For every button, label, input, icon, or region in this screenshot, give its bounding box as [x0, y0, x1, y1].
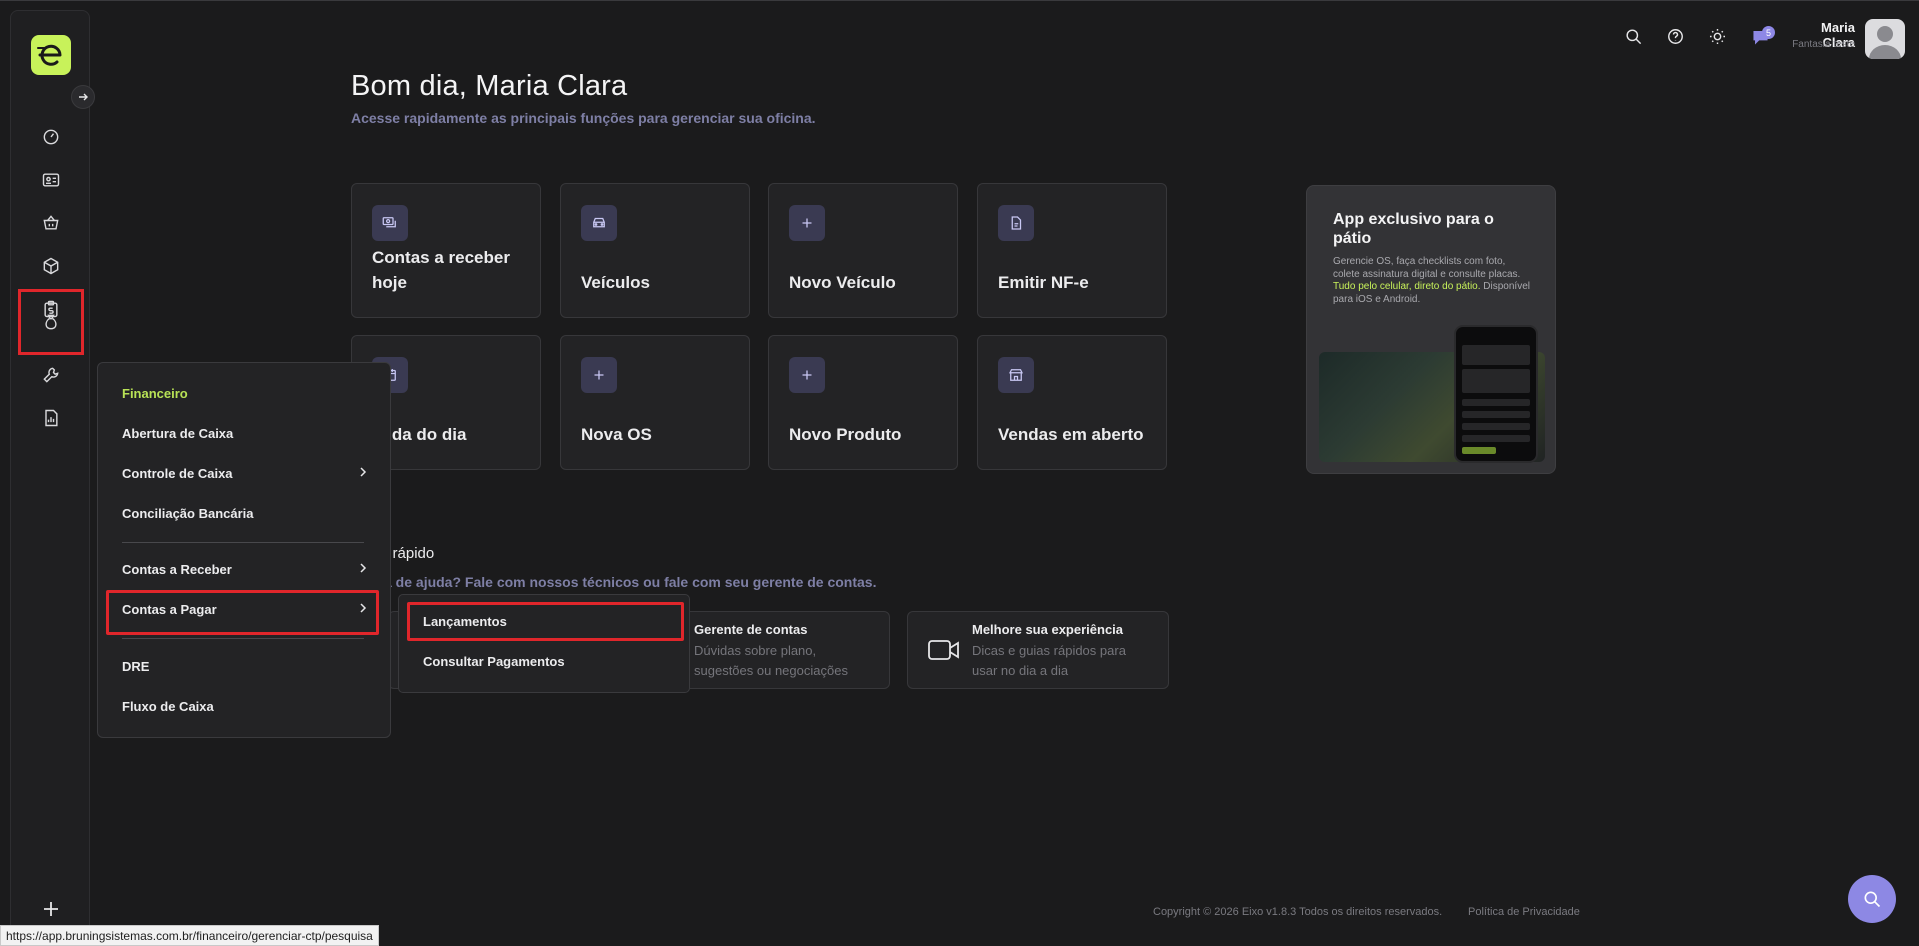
footer-copyright: Copyright © 2026 Eixo v1.8.3 Todos os di… — [1153, 906, 1443, 918]
help-button[interactable] — [1661, 22, 1689, 50]
search-button[interactable] — [1619, 22, 1647, 50]
sidebar-item-sales[interactable] — [29, 201, 73, 245]
card-label: Novo Produto — [789, 425, 902, 444]
car-icon — [581, 205, 617, 241]
menu-item-dre[interactable]: DRE — [122, 659, 149, 674]
sidebar-item-dashboard[interactable] — [29, 115, 73, 159]
phone-mockup — [1454, 325, 1538, 463]
arrow-right-icon — [79, 93, 88, 101]
notification-badge: 5 — [1762, 26, 1775, 39]
chevron-right-icon — [360, 563, 367, 573]
help-card-account-manager[interactable]: Gerente de contas Dúvidas sobre plano, s… — [670, 611, 890, 689]
gauge-icon — [43, 129, 59, 145]
menu-header: Financeiro — [122, 386, 188, 401]
menu-item-controle-caixa[interactable]: Controle de Caixa — [122, 466, 233, 481]
shortcut-card-vendas-aberto[interactable]: Vendas em aberto — [977, 335, 1167, 470]
plus-icon — [789, 357, 825, 393]
help-circle-icon — [1667, 28, 1683, 44]
user-avatar-icon — [1869, 26, 1901, 59]
menu-divider — [122, 638, 364, 639]
quick-help-subtitle: a de ajuda? Fale com nossos técnicos ou … — [384, 574, 877, 590]
card-label: Vendas em aberto — [998, 425, 1144, 444]
wrench-icon — [43, 367, 59, 383]
card-label: Novo Veículo — [789, 273, 896, 292]
money-bag-icon — [45, 314, 57, 330]
card-label: Contas a receber hoje — [372, 248, 510, 292]
menu-item-contas-receber[interactable]: Contas a Receber — [122, 562, 232, 577]
sidebar-item-clients[interactable] — [29, 158, 73, 202]
search-fab-button[interactable] — [1848, 875, 1896, 923]
status-bar-url: https://app.bruningsistemas.com.br/finan… — [0, 925, 379, 946]
help-card-experience[interactable]: Melhore sua experiência Dicas e guias rá… — [907, 611, 1169, 689]
sidebar-item-tools[interactable] — [29, 353, 73, 397]
top-border — [0, 0, 1919, 1]
help-card-title: Gerente de contas — [694, 622, 808, 637]
plus-icon — [44, 902, 58, 916]
help-card-title: Melhore sua experiência — [972, 622, 1124, 637]
promo-title: App exclusivo para o pátio — [1333, 211, 1494, 247]
report-chart-icon — [45, 409, 58, 427]
box-icon — [43, 257, 59, 275]
footer-privacy-link[interactable]: Política de Privacidade — [1468, 906, 1580, 918]
search-icon — [1625, 28, 1641, 44]
sidebar-item-reports[interactable] — [29, 396, 73, 440]
video-camera-icon — [928, 640, 959, 660]
highlight-lancamentos — [407, 602, 684, 641]
app-logo[interactable] — [31, 35, 71, 75]
menu-divider — [122, 542, 364, 543]
money-stack-icon — [372, 205, 408, 241]
plus-icon — [581, 357, 617, 393]
shortcut-card-nova-os[interactable]: Nova OS — [560, 335, 750, 470]
shortcut-card-veiculos[interactable]: Veículos — [560, 183, 750, 318]
card-label: Veículos — [581, 273, 650, 292]
search-icon — [1864, 891, 1881, 908]
chevron-right-icon — [360, 467, 367, 477]
shortcut-card-novo-veiculo[interactable]: Novo Veículo — [768, 183, 958, 318]
store-icon — [998, 357, 1034, 393]
eixo-logo-icon — [37, 44, 62, 66]
basket-icon — [43, 215, 59, 230]
avatar[interactable] — [1865, 19, 1905, 59]
help-card-desc: Dicas e guias rápidos para usar no dia a… — [972, 643, 1126, 678]
theme-toggle-button[interactable] — [1703, 22, 1731, 50]
menu-item-conciliacao-bancaria[interactable]: Conciliação Bancária — [122, 506, 254, 521]
id-card-icon — [42, 173, 60, 187]
page-subtitle: Acesse rapidamente as principais funções… — [351, 110, 816, 126]
highlight-contas-pagar — [106, 590, 379, 635]
shortcut-card-emitir-nfe[interactable]: Emitir NF-e — [977, 183, 1167, 318]
sidebar — [10, 10, 90, 935]
app-promo-card[interactable]: App exclusivo para o pátio Gerencie OS, … — [1306, 185, 1556, 474]
card-label: Emitir NF-e — [998, 273, 1089, 292]
shortcut-card-novo-produto[interactable]: Novo Produto — [768, 335, 958, 470]
card-label: enda do dia — [372, 425, 467, 444]
menu-item-abertura-caixa[interactable]: Abertura de Caixa — [122, 426, 233, 441]
help-card-desc: Dúvidas sobre plano, sugestões ou negoci… — [694, 643, 848, 678]
shortcut-card-contas-receber[interactable]: Contas a receber hoje — [351, 183, 541, 318]
user-company: Fantasia teste — [1792, 39, 1855, 50]
financeiro-menu: Financeiro Abertura de Caixa Controle de… — [97, 362, 391, 738]
card-label: Nova OS — [581, 425, 652, 444]
sidebar-item-products[interactable] — [29, 244, 73, 288]
sun-icon — [1709, 28, 1725, 44]
sidebar-item-financeiro[interactable] — [18, 289, 84, 355]
submenu-item-consultar-pagamentos[interactable]: Consultar Pagamentos — [423, 654, 565, 669]
promo-text: Gerencie OS, faça checklists com foto, c… — [1333, 256, 1530, 305]
sidebar-expand-button[interactable] — [62, 76, 104, 118]
page-title: Bom dia, Maria Clara — [351, 70, 628, 102]
menu-item-fluxo-caixa[interactable]: Fluxo de Caixa — [122, 699, 214, 714]
plus-icon — [789, 205, 825, 241]
document-icon — [998, 205, 1034, 241]
